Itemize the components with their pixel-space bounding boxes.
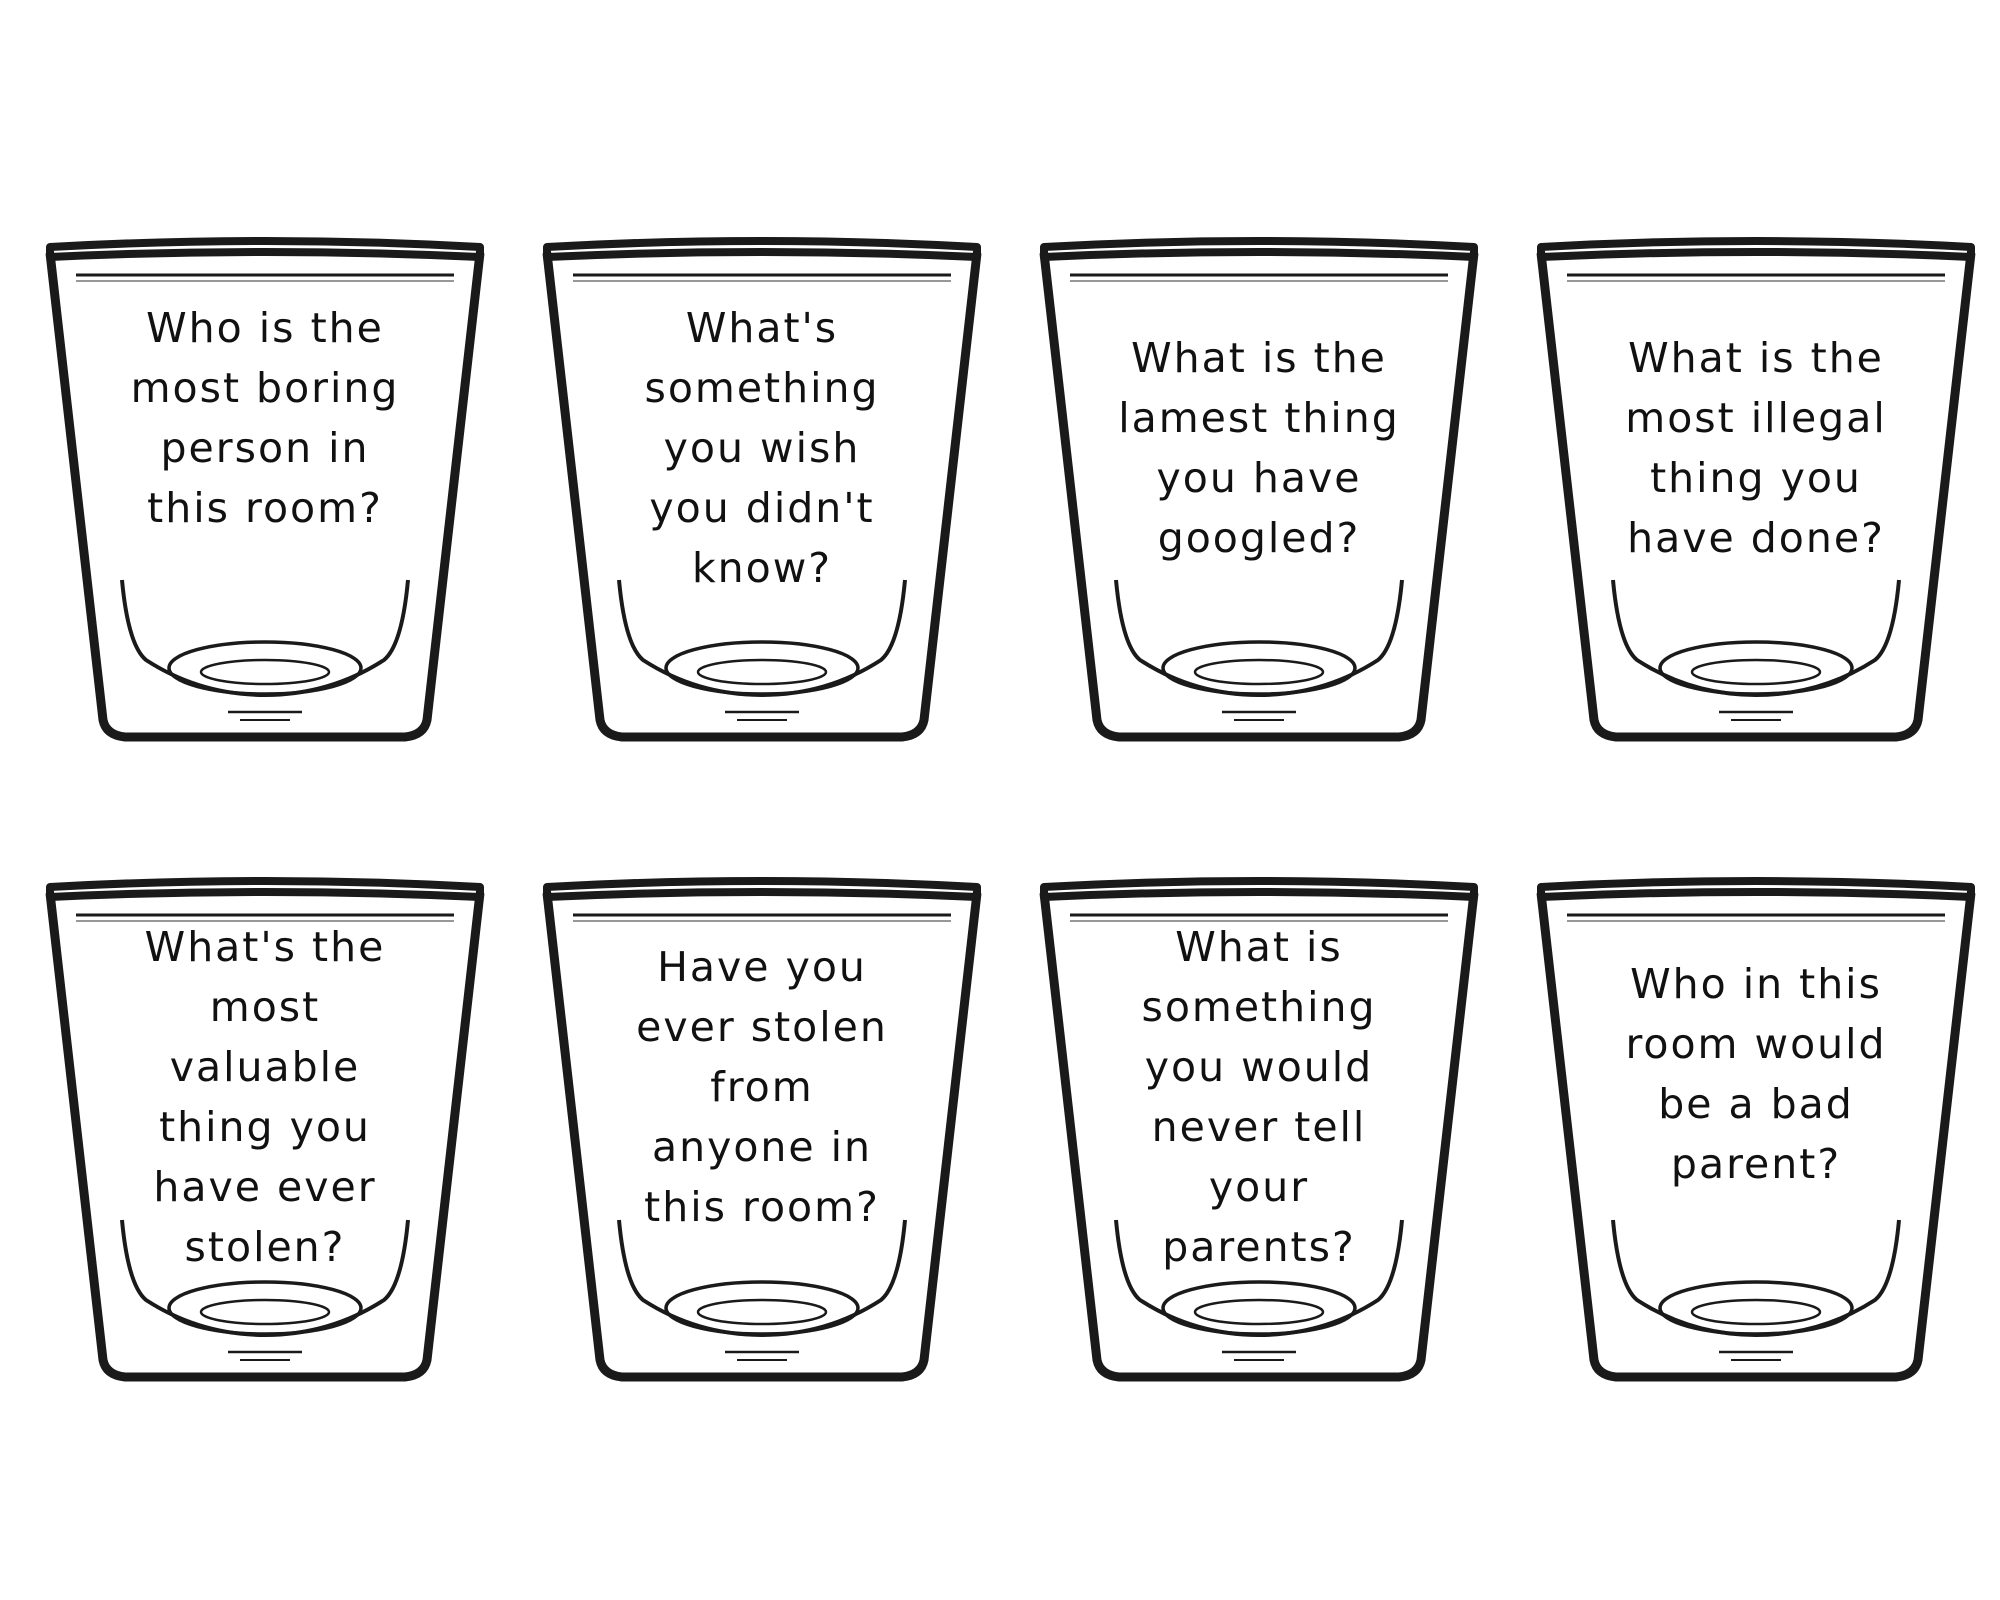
question-line: anyone in [651,1123,873,1171]
question-line: you have [1156,454,1362,502]
question-line: you didn't [649,484,875,532]
question-line: have done? [1627,514,1885,562]
question-line: ever stolen [636,1003,888,1051]
shot-glass-card: Who is the most boring person in this ro… [40,235,490,755]
question-line: most boring [130,364,400,412]
question-line: What is the [1628,334,1884,382]
question-line: What is the [1131,334,1387,382]
question-text: What's the most valuable thing you have … [118,917,412,1277]
question-line: from [710,1063,814,1111]
question-line: parents? [1162,1223,1356,1271]
shot-glass-card: What is the most illegal thing you have … [1531,235,1981,755]
question-line: most illegal [1625,394,1887,442]
question-line: person in [160,424,370,472]
question-text: What is the lamest thing you have google… [1112,328,1406,568]
question-line: Who in this [1630,960,1882,1008]
question-text: Who is the most boring person in this ro… [118,298,412,538]
question-line: parent? [1670,1140,1842,1188]
question-line: something [644,364,880,412]
shot-glass-card: What's the most valuable thing you have … [40,875,490,1395]
question-line: What's the [144,923,386,971]
question-line: never tell [1151,1103,1367,1151]
question-line: lamest thing [1118,394,1400,442]
question-line: thing you [1650,454,1862,502]
question-text: What's something you wish you didn't kno… [615,298,909,598]
question-line: your [1208,1163,1310,1211]
question-text: What is something you would never tell y… [1112,917,1406,1277]
question-line: Who is the [146,304,384,352]
question-line: know? [691,544,833,592]
shot-glass-card: Have you ever stolen from anyone in this… [537,875,987,1395]
question-line: be a bad [1658,1080,1854,1128]
question-line: this room? [147,484,383,532]
question-line: you would [1144,1043,1374,1091]
question-text: Have you ever stolen from anyone in this… [615,937,909,1237]
question-line: thing you [159,1103,371,1151]
shot-glass-card: What is something you would never tell y… [1034,875,1484,1395]
shot-glass-card: What is the lamest thing you have google… [1034,235,1484,755]
question-line: room would [1625,1020,1887,1068]
question-text: Who in this room would be a bad parent? [1609,954,1903,1194]
question-line: this room? [644,1183,880,1231]
question-line: googled? [1157,514,1361,562]
question-text: What is the most illegal thing you have … [1609,328,1903,568]
question-line: What's [685,304,839,352]
question-line: Have you [657,943,867,991]
question-line: you wish [663,424,861,472]
question-line: valuable [169,1043,361,1091]
question-line: What is [1175,923,1343,971]
shot-glass-card: What's something you wish you didn't kno… [537,235,987,755]
question-line: something [1141,983,1377,1031]
shot-glass-card: Who in this room would be a bad parent? [1531,875,1981,1395]
question-line: most [209,983,321,1031]
question-line: have ever [153,1163,377,1211]
question-line: stolen? [184,1223,346,1271]
